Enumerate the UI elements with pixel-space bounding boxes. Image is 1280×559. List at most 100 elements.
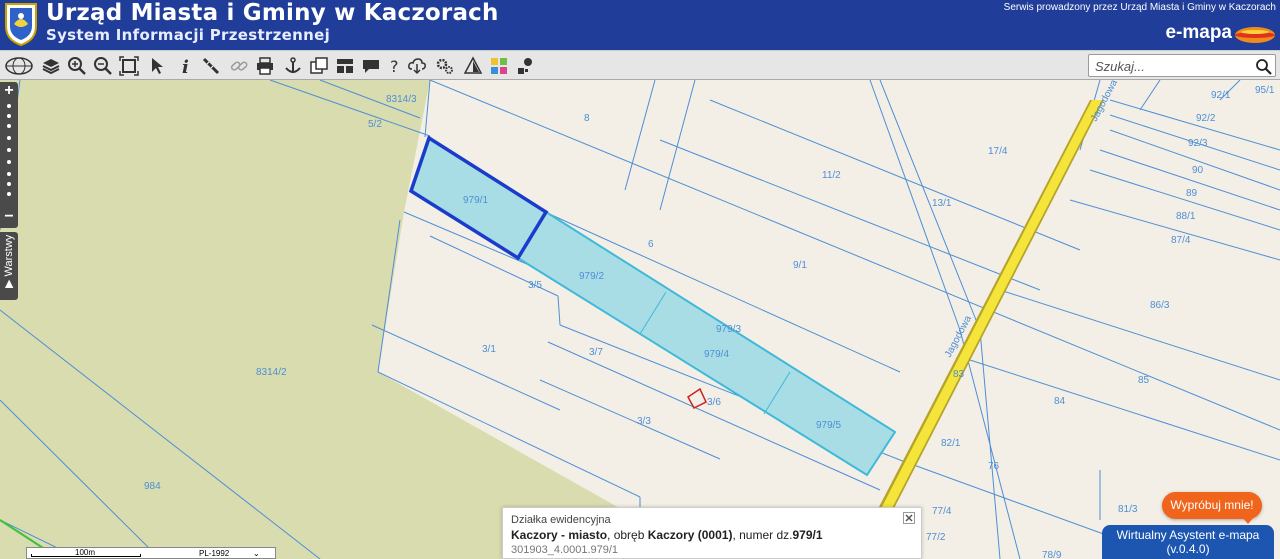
zoom-level-dot[interactable]: [7, 148, 11, 152]
coat-of-arms-icon: [5, 3, 37, 46]
assistant-version: (v.0.4.0): [1166, 542, 1210, 556]
warning-icon[interactable]: [462, 55, 484, 77]
svg-text:8314/3: 8314/3: [386, 94, 417, 105]
marker-icon[interactable]: [514, 55, 536, 77]
scale-distance: 100m: [75, 548, 96, 557]
select-icon[interactable]: [146, 55, 168, 77]
try-assistant-button[interactable]: Wypróbuj mnie!: [1162, 492, 1262, 524]
svg-text:9/1: 9/1: [793, 260, 807, 271]
svg-text:3/1: 3/1: [482, 344, 496, 355]
zoom-in-button[interactable]: +: [0, 83, 18, 99]
search-input[interactable]: [1095, 57, 1245, 75]
settings-icon[interactable]: [434, 55, 456, 77]
parcel-info-popup: Działka ewidencyjna Kaczory - miasto, ob…: [502, 507, 922, 559]
layers-tab-label: ▶ Warstwy: [3, 234, 15, 288]
layout-icon[interactable]: [334, 55, 356, 77]
svg-text:979/5: 979/5: [816, 420, 841, 431]
svg-text:3/3: 3/3: [637, 416, 651, 427]
popup-parcel-id: 301903_4.0001.979/1: [511, 544, 619, 556]
svg-text:89: 89: [1186, 188, 1198, 199]
close-icon[interactable]: [903, 512, 915, 524]
zoom-level-dot[interactable]: [7, 104, 11, 108]
chevron-down-icon[interactable]: ⌄: [253, 549, 260, 558]
zoom-level-dot[interactable]: [7, 124, 11, 128]
popup-description: Kaczory - miasto, obręb Kaczory (0001), …: [511, 528, 823, 542]
svg-text:88/1: 88/1: [1176, 211, 1196, 222]
svg-text:3/6: 3/6: [707, 397, 721, 408]
svg-text:76: 76: [988, 461, 1000, 472]
download-icon[interactable]: [406, 55, 428, 77]
svg-text:11/2: 11/2: [822, 170, 841, 181]
zoom-level-dot[interactable]: [7, 182, 11, 186]
svg-text:8: 8: [584, 113, 590, 124]
layers-icon[interactable]: [40, 55, 62, 77]
header: Urząd Miasta i Gminy w Kaczorach System …: [0, 0, 1280, 50]
toolbar: i ?: [0, 50, 1280, 80]
assistant-name: Wirtualny Asystent e-mapa: [1116, 528, 1260, 542]
svg-text:92/3: 92/3: [1188, 138, 1208, 149]
svg-text:i: i: [182, 57, 189, 76]
brand-logo-icon[interactable]: [1234, 26, 1276, 44]
globe-icon[interactable]: [4, 55, 34, 77]
svg-text:77/4: 77/4: [932, 506, 952, 517]
zoom-in-icon[interactable]: [66, 55, 88, 77]
link-icon[interactable]: [228, 55, 250, 77]
legend-icon[interactable]: [488, 55, 510, 77]
zoom-level-dot[interactable]: [7, 172, 11, 176]
svg-text:3/5: 3/5: [528, 280, 542, 291]
svg-text:87/4: 87/4: [1171, 235, 1191, 246]
app-window: Urząd Miasta i Gminy w Kaczorach System …: [0, 0, 1280, 559]
svg-text:5/2: 5/2: [368, 119, 382, 130]
svg-text:84: 84: [1054, 396, 1066, 407]
virtual-assistant-button[interactable]: Wirtualny Asystent e-mapa (v.0.4.0): [1102, 525, 1274, 559]
svg-text:979/2: 979/2: [579, 271, 604, 282]
svg-text:86/3: 86/3: [1150, 300, 1170, 311]
svg-text:81/3: 81/3: [1118, 504, 1138, 515]
svg-text:82/1: 82/1: [941, 438, 961, 449]
scale-bar: 100m PL-1992 ⌄: [26, 547, 276, 559]
comment-icon[interactable]: [360, 55, 382, 77]
page-subtitle: System Informacji Przestrzennej: [46, 26, 331, 44]
popup-type: Działka ewidencyjna: [511, 514, 611, 526]
popup-precinct: Kaczory (0001): [647, 528, 733, 542]
svg-text:979/1: 979/1: [463, 195, 488, 206]
map-svg[interactable]: 8314/3 5/2 8 979/1 11/2 6 979/2 9/1 979/…: [0, 80, 1280, 559]
page-title: Urząd Miasta i Gminy w Kaczorach: [46, 0, 499, 26]
svg-text:90: 90: [1192, 165, 1204, 176]
help-icon[interactable]: ?: [384, 55, 406, 77]
zoom-out-button[interactable]: −: [0, 209, 18, 225]
layers-tab[interactable]: ▶ Warstwy: [0, 232, 18, 300]
measure-icon[interactable]: [200, 55, 222, 77]
service-note: Serwis prowadzony przez Urząd Miasta i G…: [1003, 2, 1276, 13]
zoom-level-dot[interactable]: [7, 114, 11, 118]
print-icon[interactable]: [254, 55, 276, 77]
svg-text:17/4: 17/4: [988, 146, 1008, 157]
svg-text:8314/2: 8314/2: [256, 367, 287, 378]
copy-icon[interactable]: [308, 55, 330, 77]
svg-text:979/3: 979/3: [716, 324, 741, 335]
svg-text:?: ?: [390, 57, 399, 76]
svg-text:83: 83: [953, 369, 965, 380]
svg-text:92/2: 92/2: [1196, 113, 1216, 124]
svg-text:95/1: 95/1: [1255, 85, 1275, 96]
svg-text:979/4: 979/4: [704, 349, 729, 360]
anchor-icon[interactable]: [282, 55, 304, 77]
brand-name[interactable]: e-mapa: [1165, 22, 1232, 44]
svg-text:92/1: 92/1: [1211, 90, 1231, 101]
svg-text:6: 6: [648, 239, 654, 250]
zoom-extent-icon[interactable]: [118, 55, 140, 77]
svg-text:3/7: 3/7: [589, 347, 603, 358]
svg-text:85: 85: [1138, 375, 1150, 386]
zoom-level-dot[interactable]: [7, 160, 11, 164]
crs-select[interactable]: PL-1992: [199, 549, 229, 558]
zoom-level-dot[interactable]: [7, 136, 11, 140]
search-icon[interactable]: [1255, 58, 1272, 75]
svg-text:984: 984: [144, 481, 161, 492]
map-canvas[interactable]: 8314/3 5/2 8 979/1 11/2 6 979/2 9/1 979/…: [0, 80, 1280, 559]
zoom-out-icon[interactable]: [92, 55, 114, 77]
zoom-level-dot[interactable]: [7, 192, 11, 196]
info-icon[interactable]: i: [174, 55, 196, 77]
svg-text:13/1: 13/1: [932, 198, 952, 209]
svg-text:78/9: 78/9: [1042, 550, 1062, 559]
zoom-bar: + −: [0, 82, 18, 228]
